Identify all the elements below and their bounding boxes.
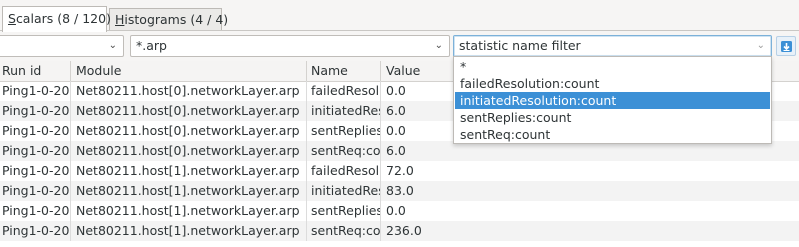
chevron-down-icon[interactable]: ⌄ [109, 37, 117, 55]
cell-run-id: Ping1-0-201 [0, 161, 71, 181]
table-row[interactable]: Ping1-0-201 Net80211.host[1].networkLaye… [0, 221, 799, 241]
column-header-name[interactable]: Name [307, 61, 381, 81]
dropdown-option[interactable]: * [455, 58, 770, 75]
cell-module: Net80211.host[0].networkLayer.arp [71, 81, 307, 101]
table-row[interactable]: Ping1-0-201 Net80211.host[1].networkLaye… [0, 161, 799, 181]
cell-module: Net80211.host[1].networkLayer.arp [71, 201, 307, 221]
cell-module: Net80211.host[1].networkLayer.arp [71, 181, 307, 201]
cell-module: Net80211.host[1].networkLayer.arp [71, 161, 307, 181]
tab-scalars[interactable]: Scalars (8 / 120) [2, 6, 111, 32]
cell-run-id: Ping1-0-201 [0, 121, 71, 141]
cell-value: 83.0 [386, 183, 414, 198]
cell-run-id: Ping1-0-201 [0, 201, 71, 221]
tab-scalars-label: calars (8 / 120) [15, 11, 111, 26]
cell-run-id: Ping1-0-201 [0, 221, 71, 241]
name-filter-value: statistic name filter [459, 38, 581, 53]
dropdown-option[interactable]: failedResolution:count [455, 75, 770, 92]
dropdown-option[interactable]: sentReplies:count [455, 109, 770, 126]
cell-value: 6.0 [386, 143, 406, 158]
table-row[interactable]: Ping1-0-201 Net80211.host[0].networkLaye… [0, 141, 799, 161]
cell-value: 0.0 [386, 203, 406, 218]
cell-run-id: Ping1-0-201 [0, 81, 71, 101]
column-header-module[interactable]: Module [71, 61, 307, 81]
cell-name: sentReq:cou [307, 141, 381, 161]
table-row[interactable]: Ping1-0-201 Net80211.host[1].networkLaye… [0, 201, 799, 221]
column-header-run-id[interactable]: Run id [0, 61, 71, 81]
cell-name: initiatedRes [307, 101, 381, 121]
export-icon [781, 41, 792, 52]
module-filter-combo[interactable]: *.arp ⌄ [130, 35, 450, 57]
tab-histograms-label: istograms (4 / 4) [124, 12, 229, 27]
cell-run-id: Ping1-0-201 [0, 181, 71, 201]
run-filter-combo[interactable]: ⌄ [0, 35, 124, 57]
cell-module: Net80211.host[0].networkLayer.arp [71, 101, 307, 121]
chevron-down-icon[interactable]: ⌄ [757, 37, 765, 55]
tab-scalars-mnemonic: S [8, 11, 16, 26]
table-row[interactable]: Ping1-0-201 Net80211.host[1].networkLaye… [0, 181, 799, 201]
cell-name: sentReplies [307, 121, 381, 141]
module-filter-value: *.arp [136, 38, 167, 53]
chevron-down-icon[interactable]: ⌄ [435, 37, 443, 55]
cell-name: sentReq:cou [307, 221, 381, 241]
tab-bar: Scalars (8 / 120) Histograms (4 / 4) [0, 0, 799, 32]
cell-name: failedResolu [307, 81, 381, 101]
cell-module: Net80211.host[1].networkLayer.arp [71, 221, 307, 241]
cell-value: 236.0 [386, 223, 422, 238]
tab-histograms[interactable]: Histograms (4 / 4) [109, 8, 228, 30]
cell-run-id: Ping1-0-201 [0, 141, 71, 161]
cell-name: failedResolu [307, 161, 381, 181]
cell-module: Net80211.host[0].networkLayer.arp [71, 121, 307, 141]
name-filter-combo[interactable]: statistic name filter ⌄ [453, 35, 772, 57]
cell-run-id: Ping1-0-201 [0, 101, 71, 121]
cell-name: sentReplies [307, 201, 381, 221]
tab-bar-divider [0, 30, 799, 31]
export-button[interactable] [776, 36, 796, 56]
cell-name: initiatedRes [307, 181, 381, 201]
cell-value: 72.0 [386, 163, 414, 178]
cell-module: Net80211.host[0].networkLayer.arp [71, 141, 307, 161]
dropdown-option-selected[interactable]: initiatedResolution:count [455, 92, 770, 109]
dropdown-option[interactable]: sentReq:count [455, 126, 770, 143]
tab-histograms-mnemonic: H [115, 12, 125, 27]
name-filter-dropdown: * failedResolution:count initiatedResolu… [453, 56, 772, 144]
